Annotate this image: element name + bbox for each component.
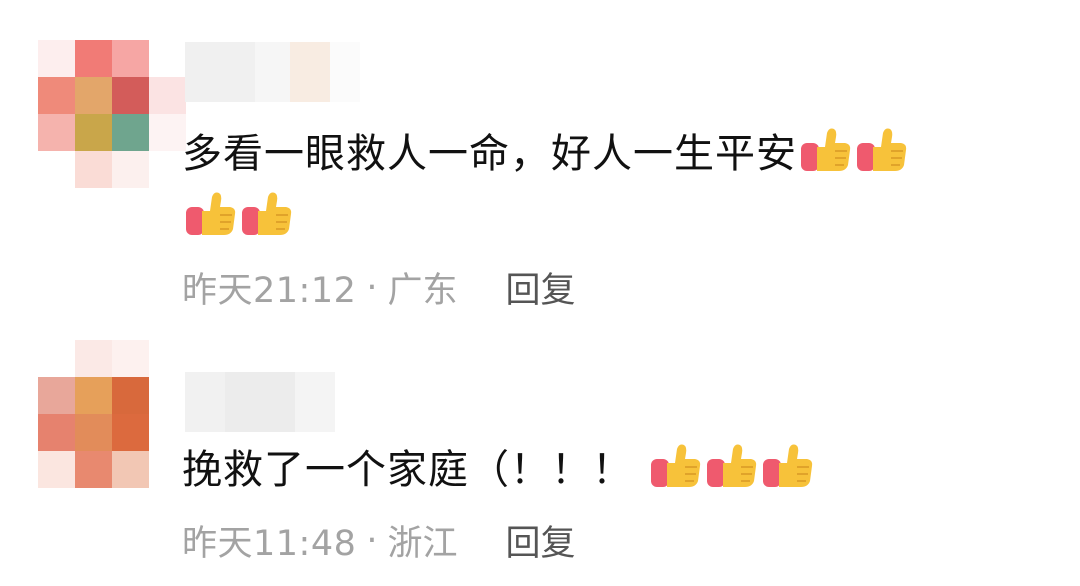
thumbs-up-icon <box>759 444 815 493</box>
username[interactable] <box>185 372 335 432</box>
thumbs-up-icon <box>703 444 759 493</box>
comment-text: 多看一眼救人一命，好人一生平安 <box>182 122 990 250</box>
comment-location: 广东 <box>387 271 458 311</box>
comment-time: 昨天11:48 <box>182 524 357 564</box>
comment-location: 浙江 <box>387 524 458 564</box>
comment-item: 挽救了一个家庭（！！！ 昨天11:48 · 浙江 回复 <box>0 330 1080 586</box>
avatar[interactable] <box>38 340 186 488</box>
meta-separator: · <box>366 267 378 308</box>
comment-body: 挽救了一个家庭（！！！ <box>182 447 633 493</box>
username[interactable] <box>185 42 360 102</box>
comment-text: 挽救了一个家庭（！！！ <box>182 438 990 502</box>
thumbs-up-icon <box>853 128 909 177</box>
reply-button[interactable]: 回复 <box>506 515 576 566</box>
thumbs-up-icon <box>182 192 238 241</box>
avatar[interactable] <box>38 40 186 188</box>
comment-time: 昨天21:12 <box>182 271 357 311</box>
thumbs-up-icon <box>797 128 853 177</box>
comment-body: 多看一眼救人一命，好人一生平安 <box>182 131 797 177</box>
comment-meta: 昨天21:12 · 广东 回复 <box>182 262 576 313</box>
comment-item: 多看一眼救人一命，好人一生平安 昨天21:12 · 广东 回复 <box>0 0 1080 330</box>
comment-meta: 昨天11:48 · 浙江 回复 <box>182 515 576 566</box>
meta-separator: · <box>366 520 378 561</box>
reply-button[interactable]: 回复 <box>506 262 576 313</box>
thumbs-up-icon <box>238 192 294 241</box>
thumbs-up-icon <box>647 444 703 493</box>
